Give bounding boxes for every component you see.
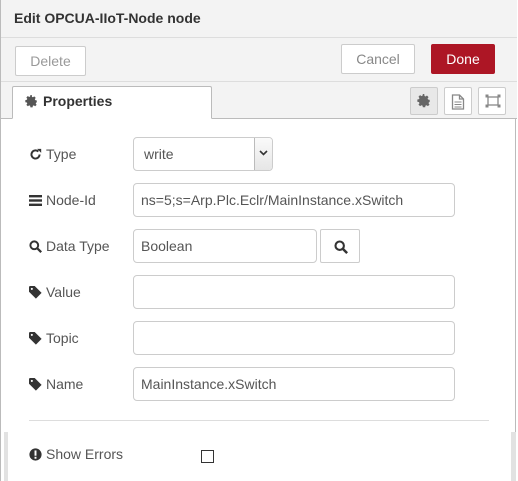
- tray-toolbar: Delete Cancel Done: [1, 38, 517, 82]
- show-errors-label-text: Show Errors: [46, 446, 124, 462]
- gear-icon: [25, 95, 39, 109]
- topic-label-text: Topic: [46, 330, 79, 346]
- form-row-type: Type write: [1, 137, 517, 173]
- form-row-data-type: Data Type Boolean: [1, 229, 517, 265]
- tag-icon: [29, 285, 42, 299]
- cancel-button[interactable]: Cancel: [341, 44, 415, 74]
- tab-bar: Properties: [1, 82, 517, 119]
- properties-form: Type write Node-Id ns=5;s=Arp.Plc.Eclr/M…: [1, 119, 517, 481]
- data-type-label-text: Data Type: [46, 238, 110, 254]
- scrollbar[interactable]: [511, 432, 516, 481]
- name-input[interactable]: MainInstance.xSwitch: [133, 367, 455, 401]
- node-appearance-icon: [485, 94, 501, 108]
- form-row-show-errors: Show Errors: [1, 437, 517, 473]
- search-icon: [334, 240, 348, 254]
- show-errors-label: Show Errors: [29, 446, 123, 462]
- node-id-label-text: Node-Id: [46, 192, 96, 208]
- tab-button-appearance[interactable]: [478, 87, 506, 115]
- node-id-label: Node-Id: [29, 192, 96, 208]
- form-row-topic: Topic: [1, 321, 517, 357]
- form-divider: [29, 420, 489, 421]
- name-label: Name: [29, 376, 83, 392]
- done-button[interactable]: Done: [431, 44, 495, 74]
- dialog-title: Edit OPCUA-IIoT-Node node: [14, 10, 201, 26]
- data-type-input[interactable]: Boolean: [133, 229, 317, 263]
- tag-icon: [29, 377, 42, 391]
- type-label: Type: [29, 146, 76, 162]
- value-label: Value: [29, 284, 81, 300]
- topic-input[interactable]: [133, 321, 455, 355]
- form-row-node-id: Node-Id ns=5;s=Arp.Plc.Eclr/MainInstance…: [1, 183, 517, 219]
- topic-label: Topic: [29, 330, 79, 346]
- form-row-name: Name MainInstance.xSwitch: [1, 367, 517, 403]
- form-row-value: Value: [1, 275, 517, 311]
- tab-properties[interactable]: Properties: [12, 86, 212, 119]
- gear-icon: [417, 94, 430, 108]
- data-type-label: Data Type: [29, 238, 110, 254]
- left-resize-handle[interactable]: [4, 432, 8, 481]
- delete-button[interactable]: Delete: [15, 46, 86, 76]
- tab-button-description[interactable]: [444, 87, 472, 115]
- type-select[interactable]: write: [133, 137, 273, 171]
- file-text-icon: [451, 94, 465, 110]
- data-type-search-button[interactable]: [320, 229, 360, 263]
- show-errors-checkbox[interactable]: [201, 450, 214, 463]
- exclamation-circle-icon: [29, 447, 42, 461]
- list-icon: [29, 194, 42, 206]
- type-label-text: Type: [46, 146, 77, 162]
- type-select-value: write: [144, 146, 174, 162]
- tray-header: Edit OPCUA-IIoT-Node node: [1, 0, 517, 38]
- value-label-text: Value: [46, 284, 81, 300]
- tab-properties-label: Properties: [43, 93, 113, 109]
- edit-node-tray: Edit OPCUA-IIoT-Node node Delete Cancel …: [0, 0, 517, 481]
- tab-button-settings[interactable]: [410, 87, 438, 115]
- name-label-text: Name: [46, 376, 84, 392]
- refresh-icon: [30, 148, 42, 159]
- tag-icon: [29, 331, 42, 345]
- chevron-down-icon: [254, 138, 272, 170]
- value-input[interactable]: [133, 275, 455, 309]
- search-icon: [29, 239, 42, 253]
- node-id-input[interactable]: ns=5;s=Arp.Plc.Eclr/MainInstance.xSwitch: [133, 183, 455, 217]
